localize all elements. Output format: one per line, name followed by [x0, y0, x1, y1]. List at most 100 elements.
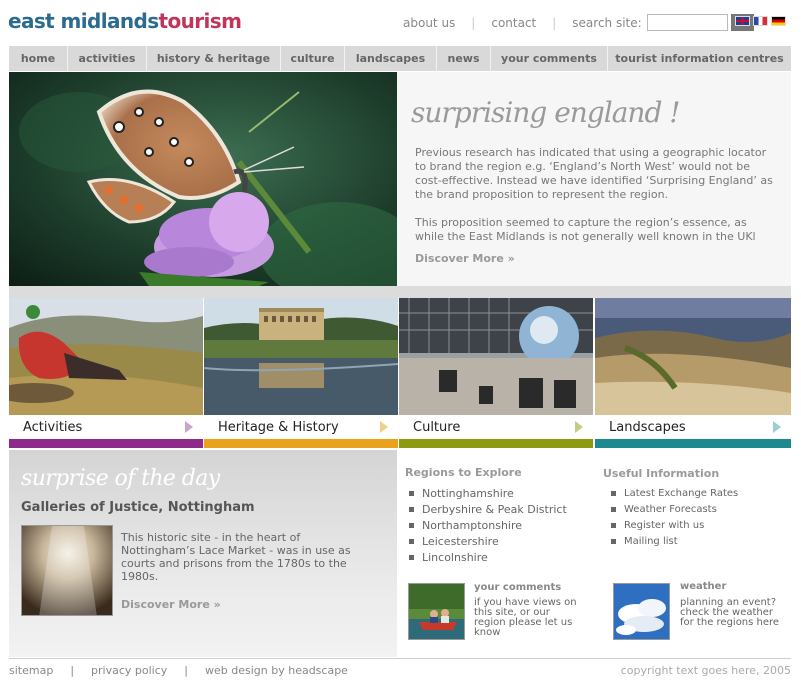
weather-text: planning an event? check the weather for…: [680, 597, 780, 628]
region-item[interactable]: Lincolnshire: [409, 549, 567, 565]
bullet-icon: [611, 538, 616, 544]
weather-heading[interactable]: weather: [680, 581, 726, 592]
nav-news[interactable]: news: [437, 46, 491, 71]
surprise-title: surprise of the day: [21, 466, 220, 491]
separator: |: [184, 664, 188, 677]
bullet-icon: [409, 522, 414, 528]
region-label: Derbyshire & Peak District: [422, 502, 567, 516]
useful-info-heading: Useful Information: [603, 467, 720, 480]
useful-label: Mailing list: [624, 535, 678, 547]
bullet-icon: [409, 554, 414, 560]
tile-heritage-history[interactable]: Heritage & History: [204, 298, 398, 448]
region-item[interactable]: Derbyshire & Peak District: [409, 501, 567, 517]
hero-panel: surprising england ! Previous research h…: [397, 72, 791, 286]
surprise-place: Galleries of Justice, Nottingham: [21, 500, 255, 515]
tile-label-text: Culture: [413, 419, 461, 435]
useful-item[interactable]: Mailing list: [611, 533, 738, 549]
chevron-right-icon: [380, 421, 388, 433]
tile-color-bar: [204, 439, 398, 448]
region-label: Nottinghamshire: [422, 486, 514, 500]
site-logo[interactable]: east midlandstourism: [8, 9, 242, 33]
tile-landscapes[interactable]: Landscapes: [595, 298, 791, 448]
region-label: Northamptonshire: [422, 518, 523, 532]
useful-item[interactable]: Latest Exchange Rates: [611, 485, 738, 501]
tile-color-bar: [595, 439, 791, 448]
your-comments-heading[interactable]: your comments: [474, 582, 561, 593]
hero-title: surprising england !: [411, 96, 681, 129]
chevron-right-icon: [773, 421, 781, 433]
landscapes-photo: [595, 298, 791, 415]
hero-bottom-strip: [9, 286, 791, 298]
surprise-discover-more-link[interactable]: Discover More »: [121, 598, 221, 611]
french-flag-icon[interactable]: [753, 16, 768, 26]
tile-heritage-history-label[interactable]: Heritage & History: [204, 415, 398, 439]
weather-image[interactable]: [613, 583, 670, 640]
hero-paragraph-1: Previous research has indicated that usi…: [415, 146, 773, 201]
tile-culture-label[interactable]: Culture: [399, 415, 593, 439]
separator: |: [70, 664, 75, 677]
region-label: Lincolnshire: [422, 550, 488, 564]
copyright-text: copyright text goes here, 2005: [620, 664, 791, 677]
nav-history-heritage[interactable]: history & heritage: [147, 46, 281, 71]
heritage-photo: [204, 298, 398, 415]
useful-info-list: Latest Exchange Rates Weather Forecasts …: [611, 485, 738, 549]
separator: |: [471, 15, 476, 30]
region-item[interactable]: Leicestershire: [409, 533, 567, 549]
tile-label-text: Activities: [23, 419, 83, 435]
contact-link[interactable]: contact: [491, 16, 536, 30]
separator: |: [552, 15, 557, 30]
main-nav: home activities history & heritage cultu…: [9, 46, 791, 71]
nav-culture[interactable]: culture: [281, 46, 345, 71]
tile-activities[interactable]: Activities: [9, 298, 203, 448]
useful-item[interactable]: Weather Forecasts: [611, 501, 738, 517]
nav-tourist-information-centres[interactable]: tourist information centres: [608, 46, 791, 71]
your-comments-text: if you have views on this site, or our r…: [474, 597, 577, 638]
logo-text-part2: tourism: [158, 9, 242, 33]
region-item[interactable]: Northamptonshire: [409, 517, 567, 533]
search-label: search site:: [572, 15, 642, 30]
your-comments-image[interactable]: [408, 583, 465, 640]
hero-discover-more-link[interactable]: Discover More »: [415, 252, 515, 265]
culture-photo: [399, 298, 593, 415]
german-flag-icon[interactable]: [771, 16, 786, 26]
sitemap-link[interactable]: sitemap: [9, 664, 53, 677]
tile-landscapes-label[interactable]: Landscapes: [595, 415, 791, 439]
bullet-icon: [611, 506, 616, 512]
search-input[interactable]: [646, 14, 728, 31]
useful-label: Weather Forecasts: [624, 503, 717, 515]
chevron-right-icon: [575, 421, 583, 433]
about-us-link[interactable]: about us: [403, 16, 455, 30]
bullet-icon: [409, 490, 414, 496]
hero-paragraph-2: This proposition seemed to capture the r…: [415, 216, 756, 243]
tile-color-bar: [9, 439, 203, 448]
nav-your-comments[interactable]: your comments: [491, 46, 608, 71]
web-design-link[interactable]: web design by headscape: [205, 664, 348, 677]
activities-photo: [9, 298, 203, 415]
language-selector: [735, 16, 786, 26]
useful-label: Latest Exchange Rates: [624, 487, 739, 499]
surprise-text: This historic site - in the heart of Not…: [121, 531, 351, 583]
tile-activities-label[interactable]: Activities: [9, 415, 203, 439]
chevron-right-icon: [185, 421, 193, 433]
useful-item[interactable]: Register with us: [611, 517, 738, 533]
privacy-policy-link[interactable]: privacy policy: [91, 664, 167, 677]
nav-landscapes[interactable]: landscapes: [345, 46, 437, 71]
surprise-of-the-day: surprise of the day Galleries of Justice…: [9, 450, 397, 657]
english-flag-icon[interactable]: [735, 16, 750, 26]
tile-label-text: Heritage & History: [218, 419, 339, 435]
regions-heading: Regions to Explore: [405, 466, 522, 479]
region-label: Leicestershire: [422, 534, 499, 548]
nav-home[interactable]: home: [9, 46, 68, 71]
hero-text: Previous research has indicated that usi…: [415, 146, 777, 258]
useful-label: Register with us: [624, 519, 705, 531]
nav-activities[interactable]: activities: [68, 46, 147, 71]
bullet-icon: [409, 538, 414, 544]
footer-links: sitemap | privacy policy | web design by…: [9, 664, 348, 677]
top-links: about us | contact | search site: Go: [403, 14, 754, 31]
tile-culture[interactable]: Culture: [399, 298, 593, 448]
regions-list: Nottinghamshire Derbyshire & Peak Distri…: [409, 485, 567, 565]
tile-label-text: Landscapes: [609, 419, 686, 435]
bullet-icon: [409, 506, 414, 512]
region-item[interactable]: Nottinghamshire: [409, 485, 567, 501]
logo-text-part1: east midlands: [8, 9, 159, 33]
